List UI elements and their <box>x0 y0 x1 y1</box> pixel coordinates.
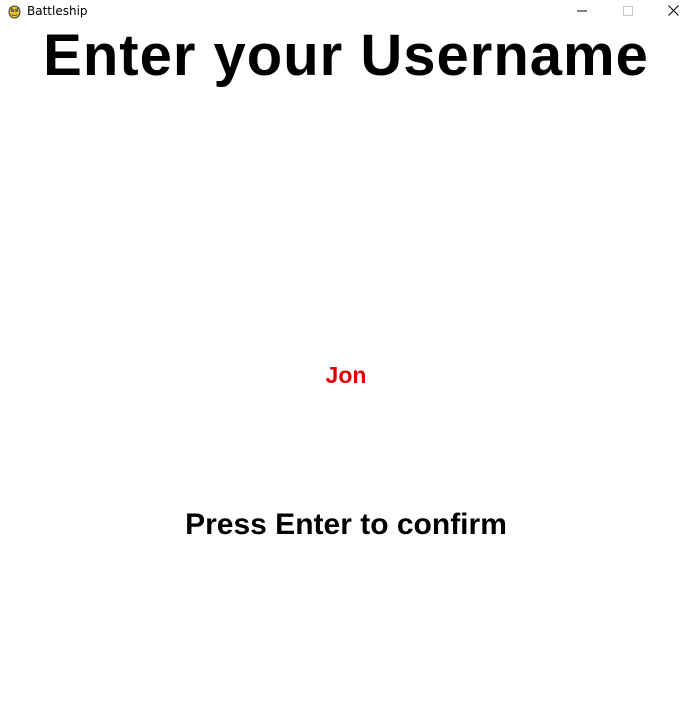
pygame-snake-icon <box>7 4 22 19</box>
game-window: Battleship Enter your Username Jon Press… <box>0 0 692 720</box>
page-title: Enter your Username <box>43 23 649 88</box>
title-bar[interactable]: Battleship <box>0 0 692 23</box>
minimize-button[interactable] <box>559 0 605 23</box>
game-screen[interactable]: Enter your Username Jon Press Enter to c… <box>0 23 692 720</box>
close-icon <box>667 3 679 21</box>
confirm-hint: Press Enter to confirm <box>185 508 507 541</box>
maximize-button[interactable] <box>605 0 651 23</box>
close-button[interactable] <box>650 0 692 23</box>
window-title: Battleship <box>27 4 88 18</box>
maximize-icon <box>623 3 633 21</box>
username-input-text[interactable]: Jon <box>0 362 692 388</box>
minimize-icon <box>577 3 587 21</box>
